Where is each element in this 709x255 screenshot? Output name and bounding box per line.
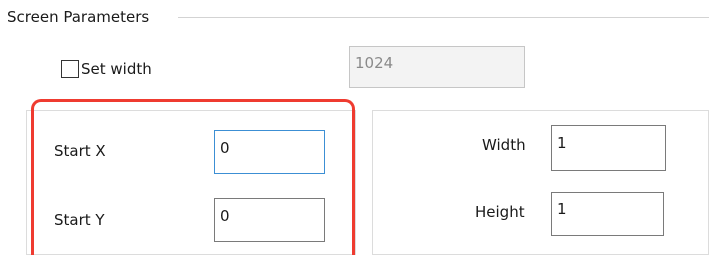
checkbox-unchecked-icon[interactable] <box>61 60 79 78</box>
set-width-label: Set width <box>81 60 152 78</box>
set-width-checkbox[interactable]: Set width <box>61 60 152 78</box>
start-x-input[interactable]: 0 <box>214 130 325 174</box>
start-x-label: Start X <box>54 142 106 160</box>
group-title: Screen Parameters <box>7 8 156 26</box>
width-label: Width <box>482 136 526 154</box>
height-input[interactable]: 1 <box>551 192 664 236</box>
height-label: Height <box>475 203 525 221</box>
start-y-input[interactable]: 0 <box>214 198 325 242</box>
group-divider <box>178 17 709 18</box>
width-input[interactable]: 1 <box>551 125 666 171</box>
width-value-field[interactable]: 1024 <box>349 46 525 88</box>
start-y-label: Start Y <box>54 211 105 229</box>
